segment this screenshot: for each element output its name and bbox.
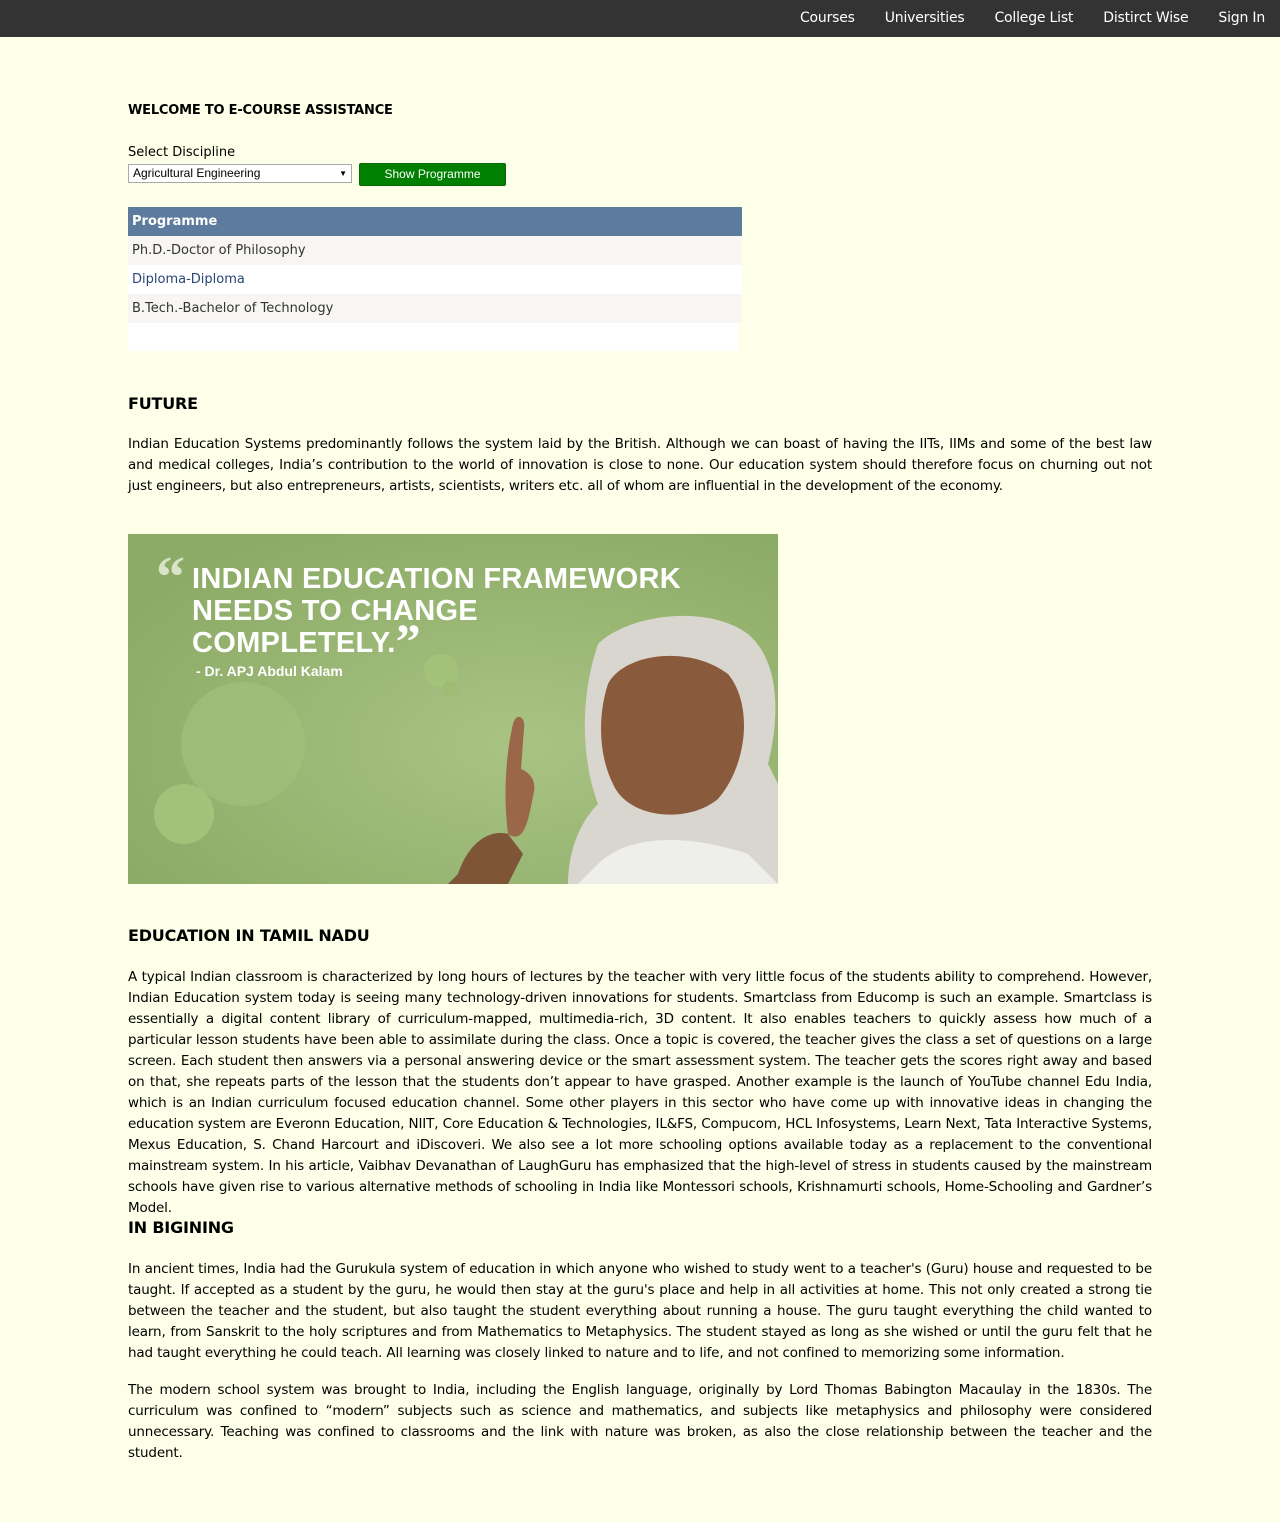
future-text: Indian Education Systems predominantly f… bbox=[128, 436, 1152, 494]
programme-row[interactable]: Diploma-Diploma bbox=[128, 265, 742, 294]
show-programme-button[interactable]: Show Programme bbox=[359, 163, 506, 186]
open-quote-icon: “ bbox=[156, 544, 185, 609]
banner-quote-line: NEEDS TO CHANGE bbox=[192, 595, 478, 627]
close-quote-icon: ” bbox=[395, 613, 421, 669]
tamil-nadu-heading: EDUCATION IN TAMIL NADU bbox=[128, 926, 370, 945]
programme-row[interactable]: Ph.D.-Doctor of Philosophy bbox=[128, 236, 742, 265]
kalam-quote-banner: “ INDIAN EDUCATION FRAMEWORK NEEDS TO CH… bbox=[128, 534, 778, 884]
beginning-heading: IN BIGINING bbox=[128, 1218, 234, 1237]
banner-quote-text: COMPLETELY. bbox=[192, 627, 396, 659]
programme-table-header: Programme bbox=[128, 207, 742, 236]
discipline-label: Select Discipline bbox=[128, 145, 236, 160]
banner-quote-line: COMPLETELY.” bbox=[192, 616, 681, 666]
nav-sign-in[interactable]: Sign In bbox=[1203, 0, 1280, 37]
beginning-text-2: The modern school system was brought to … bbox=[128, 1382, 1152, 1461]
programme-table-footer bbox=[128, 323, 738, 351]
programme-row[interactable]: B.Tech.-Bachelor of Technology bbox=[128, 294, 742, 323]
banner-quote-line: INDIAN EDUCATION FRAMEWORK bbox=[192, 563, 681, 595]
beginning-text-1: In ancient times, India had the Gurukula… bbox=[128, 1261, 1152, 1361]
future-heading: FUTURE bbox=[128, 394, 198, 413]
banner-quote: INDIAN EDUCATION FRAMEWORK NEEDS TO CHAN… bbox=[192, 563, 681, 666]
programme-table: Programme Ph.D.-Doctor of Philosophy Dip… bbox=[128, 207, 742, 351]
banner-attribution: - Dr. APJ Abdul Kalam bbox=[196, 663, 343, 679]
nav-district-wise[interactable]: Distirct Wise bbox=[1088, 0, 1203, 37]
nav-courses[interactable]: Courses bbox=[785, 0, 870, 37]
nav-universities[interactable]: Universities bbox=[870, 0, 980, 37]
top-navbar: Courses Universities College List Distir… bbox=[0, 0, 1280, 37]
tamil-nadu-text: A typical Indian classroom is characteri… bbox=[128, 969, 1152, 1216]
discipline-select[interactable]: Agricultural Engineering ▼ bbox=[128, 164, 352, 183]
discipline-selected-value: Agricultural Engineering bbox=[133, 166, 261, 180]
welcome-title: WELCOME TO E-COURSE ASSISTANCE bbox=[128, 103, 393, 118]
nav-college-list[interactable]: College List bbox=[979, 0, 1088, 37]
dropdown-arrow-icon: ▼ bbox=[339, 169, 347, 178]
